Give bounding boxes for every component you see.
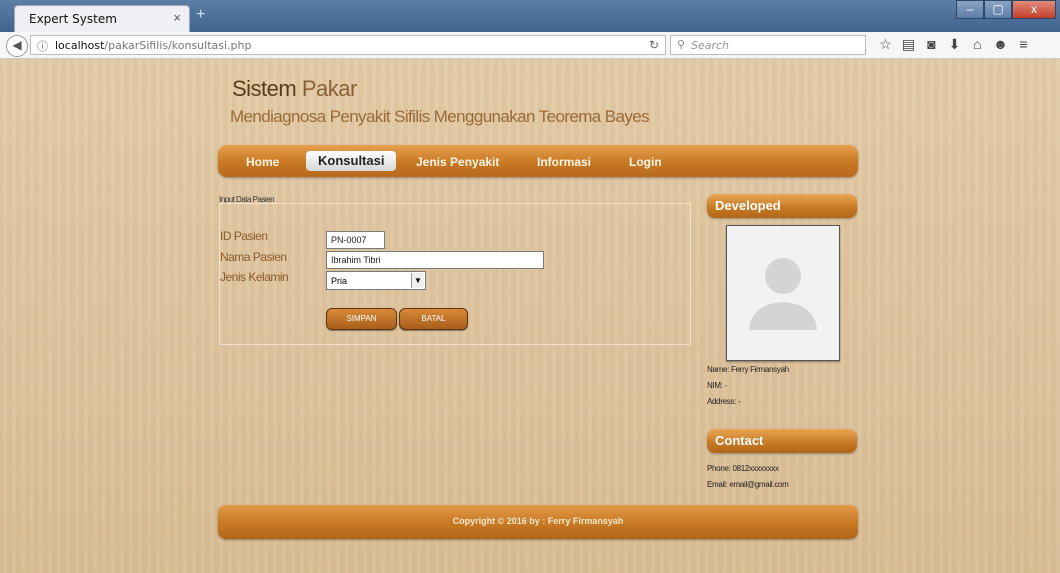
url-host: localhost — [55, 39, 105, 52]
copyright-text: Copyright © 2016 by : Ferry Firmansyah — [452, 516, 624, 526]
menu-home[interactable]: Home — [246, 155, 279, 169]
main-menu: Home Konsultasi Jenis Penyakit Informasi… — [218, 145, 858, 177]
menu-informasi[interactable]: Informasi — [537, 155, 591, 169]
developed-heading: Developed — [707, 194, 857, 218]
address-bar[interactable]: ⓘ localhost/pakarSifilis/konsultasi.php … — [30, 35, 666, 55]
jenis-kelamin-label: Jenis Kelamin — [220, 270, 289, 284]
bookmark-star-icon[interactable]: ☆ — [874, 36, 897, 53]
chevron-down-icon[interactable]: ▼ — [411, 273, 424, 288]
window-controls: – ▢ x — [956, 0, 1056, 20]
minimize-button[interactable]: – — [956, 0, 984, 19]
url-text: localhost/pakarSifilis/konsultasi.php — [55, 39, 252, 52]
developer-address: Address: - — [707, 397, 741, 406]
tab-title: Expert System — [29, 12, 117, 26]
contact-phone: Phone: 0812xxxxxxxx — [707, 464, 779, 473]
browser-navbar: ◀ ⓘ localhost/pakarSifilis/konsultasi.ph… — [0, 32, 1060, 59]
id-pasien-label: ID Pasien — [220, 229, 268, 243]
footer-bar: Copyright © 2016 by : Ferry Firmansyah — [218, 505, 858, 539]
nama-pasien-field[interactable]: Ibrahim Tibri — [326, 251, 544, 269]
site-title: Sistem Pakar — [232, 76, 357, 101]
close-window-button[interactable]: x — [1012, 0, 1056, 19]
new-tab-icon[interactable]: + — [196, 6, 205, 24]
maximize-button[interactable]: ▢ — [984, 0, 1012, 19]
person-placeholder-icon — [749, 258, 817, 330]
tab-close-icon[interactable]: × — [173, 10, 181, 25]
browser-tab[interactable]: Expert System × — [14, 5, 190, 32]
download-icon[interactable]: ⬇ — [943, 36, 966, 53]
url-path: /pakarSifilis/konsultasi.php — [104, 39, 252, 52]
developer-avatar — [726, 225, 840, 361]
reload-icon[interactable]: ↻ — [649, 38, 659, 52]
batal-button[interactable]: BATAL — [399, 308, 468, 330]
nama-pasien-label: Nama Pasien — [220, 250, 287, 264]
search-icon: ⚲ — [677, 39, 686, 51]
simpan-button[interactable]: SIMPAN — [326, 308, 397, 330]
menu-konsultasi[interactable]: Konsultasi — [306, 151, 397, 171]
menu-jenis-penyakit[interactable]: Jenis Penyakit — [416, 155, 499, 169]
contact-heading: Contact — [707, 429, 857, 453]
toolbar-icons: ☆ ▤ ◙ ⬇ ⌂ ☻ ≡ — [874, 36, 1035, 53]
search-placeholder: Search — [691, 39, 730, 52]
developer-name: Name: Ferry Firmansyah — [707, 365, 789, 374]
contact-email: Email: email@gmail.com — [707, 480, 789, 489]
jenis-kelamin-select[interactable]: Pria ▼ — [326, 271, 426, 290]
bookmarks-library-icon[interactable]: ▤ — [897, 36, 920, 53]
info-icon[interactable]: ⓘ — [37, 38, 48, 54]
account-icon[interactable]: ☻ — [989, 36, 1012, 53]
search-bar[interactable]: ⚲ Search — [670, 35, 866, 55]
jenis-kelamin-value: Pria — [331, 276, 348, 286]
id-pasien-field[interactable]: PN-0007 — [326, 231, 385, 249]
menu-icon[interactable]: ≡ — [1012, 36, 1035, 53]
browser-titlebar: Expert System × + – ▢ x — [0, 0, 1060, 32]
developer-nim: NIM: - — [707, 381, 727, 390]
back-icon[interactable]: ◀ — [6, 35, 28, 57]
site-subtitle: Mendiagnosa Penyakit Sifilis Menggunakan… — [230, 107, 650, 126]
pocket-icon[interactable]: ◙ — [920, 36, 943, 53]
menu-login[interactable]: Login — [629, 155, 662, 169]
home-icon[interactable]: ⌂ — [966, 36, 989, 53]
